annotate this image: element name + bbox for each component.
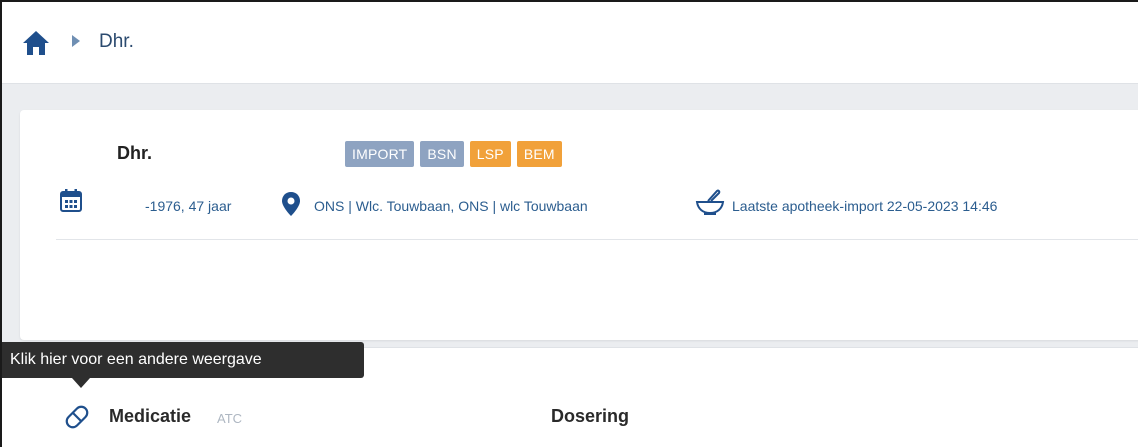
calendar-icon — [60, 189, 82, 212]
caret-right-icon — [72, 35, 80, 47]
location-pin-icon — [282, 192, 300, 216]
last-pharmacy-import: Laatste apotheek-import 22-05-2023 14:46 — [732, 198, 998, 214]
column-header-atc: ATC — [217, 411, 243, 426]
tooltip: Klik hier voor een andere weergave — [2, 342, 364, 378]
badge-bem: BEM — [516, 141, 562, 167]
home-icon[interactable] — [22, 30, 50, 56]
pill-icon[interactable] — [62, 402, 92, 432]
patient-badges: IMPORT BSN LSP BEM — [345, 141, 562, 167]
app-window: Dhr. Dhr. IMPORT BSN LSP BEM -1976, 47 j… — [0, 0, 1138, 447]
patient-location: ONS | Wlc. Touwbaan, ONS | wlc Touwbaan — [314, 198, 588, 214]
badge-lsp: LSP — [469, 141, 511, 167]
tooltip-arrow — [72, 378, 90, 388]
patient-info-row: -1976, 47 jaar ONS | Wlc. Touwbaan, ONS … — [20, 184, 1138, 224]
patient-card: Dhr. IMPORT BSN LSP BEM -1976, 47 jaar O… — [20, 110, 1138, 340]
patient-name: Dhr. — [117, 143, 153, 163]
column-header-dosering[interactable]: Dosering — [551, 406, 629, 427]
badge-bsn: BSN — [420, 141, 464, 167]
badge-import: IMPORT — [345, 141, 415, 167]
breadcrumb-current[interactable]: Dhr. — [99, 31, 134, 53]
mortar-pestle-icon — [695, 189, 725, 215]
card-divider — [56, 239, 1138, 240]
column-header-medicatie[interactable]: Medicatie — [109, 406, 191, 427]
breadcrumb: Dhr. — [2, 2, 1138, 84]
patient-dob-age: -1976, 47 jaar — [145, 198, 232, 214]
